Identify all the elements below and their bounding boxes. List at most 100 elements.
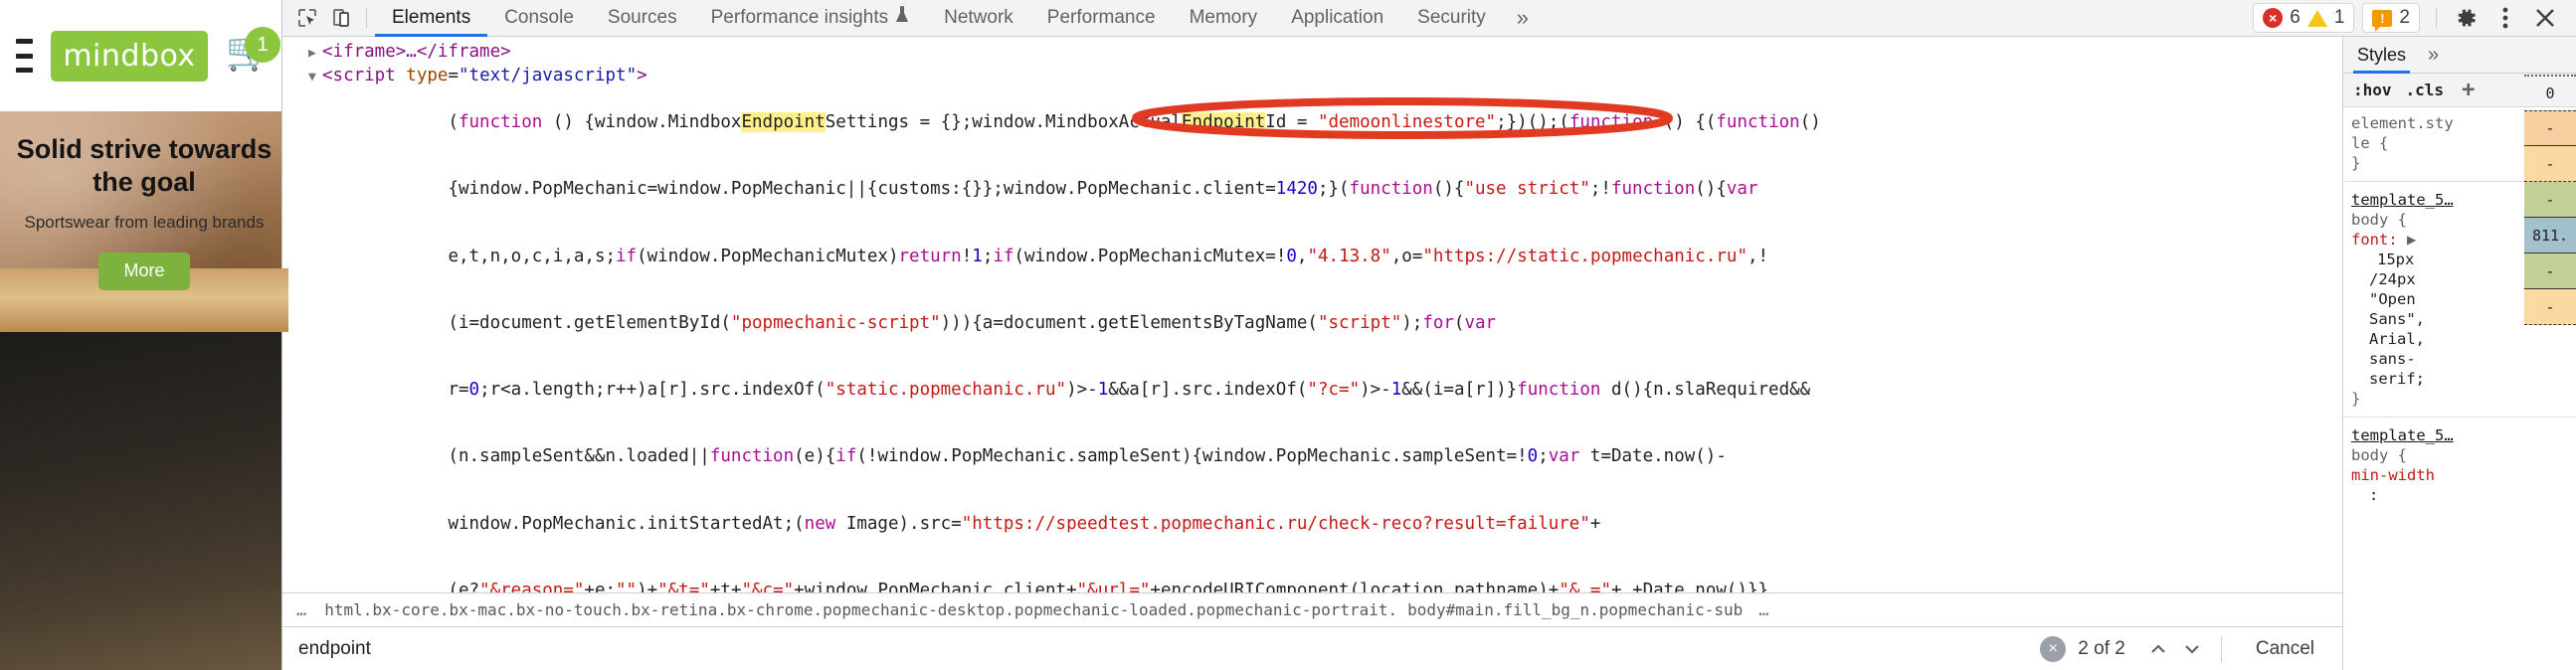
search-highlight-2: Endpoint	[1182, 112, 1266, 133]
tab-elements[interactable]: Elements	[375, 0, 487, 37]
dom-text-line-1[interactable]: (function () {window.MindboxEndpointSett…	[282, 89, 2342, 156]
dom-text-line-2[interactable]: {window.PopMechanic=window.PopMechanic||…	[282, 156, 2342, 223]
style-rule-2-open: body {	[2351, 446, 2407, 464]
style-rule-2[interactable]: template_5… body { min-width :	[2351, 425, 2568, 505]
hov-toggle[interactable]: :hov	[2353, 81, 2392, 99]
breadcrumb-trailing-icon[interactable]: …	[1752, 600, 1776, 620]
tab-performance-insights[interactable]: Performance insights	[694, 0, 927, 37]
tab-performance[interactable]: Performance	[1030, 0, 1173, 37]
search-highlight-1: Endpoint	[741, 112, 826, 133]
tab-elements-label: Elements	[392, 7, 471, 28]
dom-text-line-7[interactable]: window.PopMechanic.initStartedAt;(new Im…	[282, 490, 2342, 557]
secondary-photo	[0, 332, 288, 670]
box-model-row-4: 811.	[2524, 218, 2576, 253]
dom-node-iframe-text: <iframe>…</iframe>	[322, 42, 511, 62]
issue-count: 2	[2399, 7, 2410, 28]
breadcrumb-item-body[interactable]: body#main.fill_bg_n.popmechanic-sub	[1407, 600, 1743, 619]
hero-banner: Solid strive towards the goal Sportswear…	[0, 111, 288, 332]
hero-more-button[interactable]: More	[98, 251, 190, 290]
hamburger-menu-icon[interactable]	[16, 39, 34, 73]
box-model-row-2: -	[2524, 146, 2576, 182]
font-value-7: serif;	[2369, 370, 2425, 388]
hero-subtitle: Sportswear from leading brands	[24, 212, 265, 232]
tab-console[interactable]: Console	[487, 0, 591, 37]
breadcrumb-overflow-icon[interactable]: …	[290, 600, 314, 620]
clear-search-icon[interactable]: ×	[2040, 635, 2067, 662]
cart-count-badge: 1	[245, 27, 280, 63]
error-icon: ×	[2263, 8, 2284, 28]
styles-panel-header: Styles »	[2343, 37, 2576, 74]
site-header: mindbox 🛒 1	[0, 0, 288, 111]
font-value-6: sans-	[2369, 350, 2416, 368]
dom-text-line-4[interactable]: (i=document.getElementById("popmechanic-…	[282, 289, 2342, 356]
site-logo-label: mindbox	[63, 38, 196, 74]
chevron-down-icon[interactable]	[2175, 634, 2209, 664]
min-width-prop: min-width	[2351, 466, 2435, 484]
elements-panel: ▶ <iframe>…</iframe> ▼ <script type="text/…	[282, 37, 2342, 670]
devtools-toolbar: Elements Console Sources Performance ins…	[282, 0, 2576, 37]
cancel-button[interactable]: Cancel	[2234, 638, 2336, 660]
tab-styles[interactable]: Styles	[2353, 37, 2410, 74]
search-bar: × 2 of 2 Cancel	[282, 626, 2342, 670]
toolbar-right-cluster: × 6 1 ! 2	[2253, 2, 2568, 34]
hero-title: Solid strive towards the goal	[16, 134, 273, 197]
error-warning-counter[interactable]: × 6 1	[2253, 3, 2355, 33]
tab-performance-label: Performance	[1046, 7, 1156, 28]
close-icon[interactable]	[2526, 2, 2564, 34]
expand-triangle-icon[interactable]: ▶	[308, 43, 322, 65]
toolbar-divider-2	[2436, 8, 2437, 28]
search-divider	[2220, 635, 2222, 662]
hero-content: Solid strive towards the goal Sportswear…	[0, 111, 288, 290]
issues-counter[interactable]: ! 2	[2362, 3, 2420, 33]
breadcrumb: … html.bx-core.bx-mac.bx-no-touch.bx-ret…	[282, 592, 2342, 626]
devtools-tab-strip: Elements Console Sources Performance ins…	[375, 0, 1543, 37]
tab-memory[interactable]: Memory	[1173, 0, 1275, 37]
styles-more-icon[interactable]: »	[2428, 44, 2439, 67]
search-match-count: 2 of 2	[2078, 637, 2125, 659]
device-toolbar-icon[interactable]	[324, 3, 358, 33]
tab-console-label: Console	[504, 7, 574, 28]
dom-text-line-3[interactable]: e,t,n,o,c,i,a,s;if(window.PopMechanicMut…	[282, 223, 2342, 289]
tab-sources-label: Sources	[607, 7, 677, 28]
flask-icon	[894, 6, 910, 30]
search-input[interactable]	[288, 628, 2041, 669]
dom-text-line-6[interactable]: (n.sampleSent&&n.loaded||function(e){if(…	[282, 423, 2342, 490]
rule-divider-2	[2343, 417, 2576, 418]
tab-network[interactable]: Network	[927, 0, 1030, 37]
kebab-menu-icon[interactable]	[2486, 2, 2524, 34]
tab-application-label: Application	[1291, 7, 1384, 28]
gear-icon[interactable]	[2447, 2, 2484, 34]
collapse-triangle-icon[interactable]: ▼	[308, 67, 322, 88]
box-model-row-1: -	[2524, 110, 2576, 146]
box-model-row-5: -	[2524, 253, 2576, 289]
tab-security[interactable]: Security	[1400, 0, 1503, 37]
box-model-diagram: 0 - - - 811. - -	[2524, 75, 2576, 325]
devtools-body: ▶ <iframe>…</iframe> ▼ <script type="text/…	[282, 37, 2576, 670]
dom-node-script[interactable]: ▼ <script type="text/javascript">	[282, 65, 2342, 88]
chevron-up-icon[interactable]	[2141, 634, 2175, 664]
font-value-5: Arial,	[2369, 330, 2425, 348]
style-rule-2-decl[interactable]: min-width	[2351, 465, 2568, 485]
tab-memory-label: Memory	[1189, 7, 1258, 28]
tab-sources[interactable]: Sources	[591, 0, 694, 37]
inspect-element-icon[interactable]	[290, 3, 324, 33]
box-model-row-3: -	[2524, 182, 2576, 218]
cls-toggle[interactable]: .cls	[2406, 81, 2445, 99]
dom-text-line-8[interactable]: (e?"&reason="+e:"")+"&t="+t+"&c="+window…	[282, 557, 2342, 592]
screenshot-root: mindbox 🛒 1 Solid strive towards the goa…	[0, 0, 2576, 670]
min-width-value: :	[2369, 486, 2379, 504]
font-expand-icon[interactable]: ▶	[2407, 231, 2416, 249]
shopping-cart-icon[interactable]: 🛒 1	[226, 27, 280, 79]
breadcrumb-item-html[interactable]: html.bx-core.bx-mac.bx-no-touch.bx-retin…	[324, 600, 1397, 619]
style-rule-2-selector[interactable]: template_5…	[2351, 425, 2568, 445]
new-style-rule-button[interactable]: +	[2462, 78, 2475, 102]
tab-application[interactable]: Application	[1274, 0, 1400, 37]
style-rule-1-close: }	[2351, 390, 2361, 408]
site-logo[interactable]: mindbox	[51, 30, 208, 82]
more-tabs-icon[interactable]: »	[1503, 5, 1543, 31]
warning-count: 1	[2333, 7, 2345, 28]
dom-tree[interactable]: ▶ <iframe>…</iframe> ▼ <script type="text/…	[282, 37, 2342, 592]
dom-node-iframe[interactable]: ▶ <iframe>…</iframe>	[282, 41, 2342, 65]
box-model-row-0: 0	[2524, 75, 2576, 110]
dom-text-line-5[interactable]: r=0;r<a.length;r++)a[r].src.indexOf("sta…	[282, 357, 2342, 423]
